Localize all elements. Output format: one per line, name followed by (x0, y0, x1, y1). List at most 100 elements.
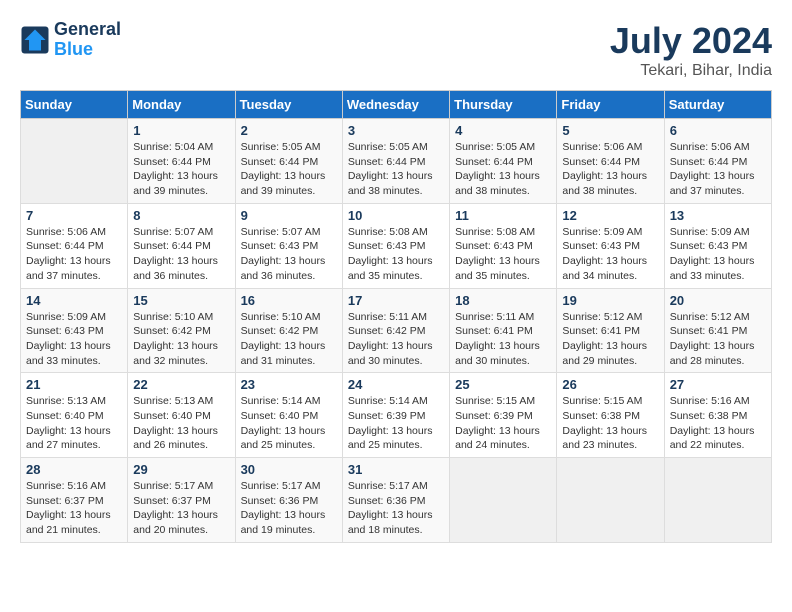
day-number: 8 (133, 208, 229, 223)
calendar-cell: 16Sunrise: 5:10 AMSunset: 6:42 PMDayligh… (235, 288, 342, 373)
calendar-cell: 28 Sunrise: 5:16 AMSunset: 6:37 PMDayligh… (21, 458, 128, 543)
day-info: Sunrise: 5:06 AMSunset: 6:44 PMDaylight:… (26, 225, 122, 284)
month-year: July 2024 (610, 20, 772, 62)
calendar-cell: 26Sunrise: 5:15 AMSunset: 6:38 PMDayligh… (557, 373, 664, 458)
calendar-cell: 15Sunrise: 5:10 AMSunset: 6:42 PMDayligh… (128, 288, 235, 373)
day-number: 17 (348, 293, 444, 308)
calendar-cell: 20 Sunrise: 5:12 AMSunset: 6:41 PMDayligh… (664, 288, 771, 373)
day-number: 14 (26, 293, 122, 308)
calendar-cell: 3 Sunrise: 5:05 AMSunset: 6:44 PMDaylight… (342, 119, 449, 204)
weekday-header: Sunday (21, 91, 128, 119)
logo-icon (20, 25, 50, 55)
weekday-header: Monday (128, 91, 235, 119)
calendar-cell (664, 458, 771, 543)
calendar-cell: 8 Sunrise: 5:07 AMSunset: 6:44 PMDaylight… (128, 203, 235, 288)
calendar-cell: 11 Sunrise: 5:08 AMSunset: 6:43 PMDayligh… (450, 203, 557, 288)
weekday-header: Tuesday (235, 91, 342, 119)
calendar-cell: 14 Sunrise: 5:09 AMSunset: 6:43 PMDayligh… (21, 288, 128, 373)
day-info: Sunrise: 5:16 AMSunset: 6:37 PMDaylight:… (26, 479, 122, 538)
calendar-cell: 13Sunrise: 5:09 AMSunset: 6:43 PMDayligh… (664, 203, 771, 288)
calendar-cell: 18 Sunrise: 5:11 AMSunset: 6:41 PMDayligh… (450, 288, 557, 373)
day-number: 31 (348, 462, 444, 477)
day-info: Sunrise: 5:05 AMSunset: 6:44 PMDaylight:… (348, 140, 444, 199)
calendar-week-row: 28 Sunrise: 5:16 AMSunset: 6:37 PMDayligh… (21, 458, 772, 543)
calendar-week-row: 1 Sunrise: 5:04 AMSunset: 6:44 PMDaylight… (21, 119, 772, 204)
calendar-cell: 25 Sunrise: 5:15 AMSunset: 6:39 PMDayligh… (450, 373, 557, 458)
calendar-cell: 1 Sunrise: 5:04 AMSunset: 6:44 PMDaylight… (128, 119, 235, 204)
day-info: Sunrise: 5:04 AMSunset: 6:44 PMDaylight:… (133, 140, 229, 199)
weekday-header: Saturday (664, 91, 771, 119)
calendar-cell: 29 Sunrise: 5:17 AMSunset: 6:37 PMDayligh… (128, 458, 235, 543)
day-number: 25 (455, 377, 551, 392)
calendar-cell: 24 Sunrise: 5:14 AMSunset: 6:39 PMDayligh… (342, 373, 449, 458)
day-number: 29 (133, 462, 229, 477)
day-info: Sunrise: 5:17 AMSunset: 6:37 PMDaylight:… (133, 479, 229, 538)
weekday-row: SundayMondayTuesdayWednesdayThursdayFrid… (21, 91, 772, 119)
day-number: 10 (348, 208, 444, 223)
calendar-body: 1 Sunrise: 5:04 AMSunset: 6:44 PMDaylight… (21, 119, 772, 543)
day-number: 15 (133, 293, 229, 308)
day-info: Sunrise: 5:11 AMSunset: 6:41 PMDaylight:… (455, 310, 551, 369)
day-number: 13 (670, 208, 766, 223)
day-info: Sunrise: 5:15 AMSunset: 6:39 PMDaylight:… (455, 394, 551, 453)
day-info: Sunrise: 5:08 AMSunset: 6:43 PMDaylight:… (455, 225, 551, 284)
logo-text: General Blue (54, 20, 121, 60)
day-info: Sunrise: 5:11 AMSunset: 6:42 PMDaylight:… (348, 310, 444, 369)
calendar-week-row: 7 Sunrise: 5:06 AMSunset: 6:44 PMDaylight… (21, 203, 772, 288)
calendar-cell: 22 Sunrise: 5:13 AMSunset: 6:40 PMDayligh… (128, 373, 235, 458)
day-info: Sunrise: 5:09 AMSunset: 6:43 PMDaylight:… (26, 310, 122, 369)
location: Tekari, Bihar, India (610, 62, 772, 80)
day-number: 28 (26, 462, 122, 477)
page-header: General Blue July 2024 Tekari, Bihar, In… (20, 20, 772, 80)
day-info: Sunrise: 5:09 AMSunset: 6:43 PMDaylight:… (562, 225, 658, 284)
day-number: 11 (455, 208, 551, 223)
day-info: Sunrise: 5:06 AMSunset: 6:44 PMDaylight:… (670, 140, 766, 199)
day-info: Sunrise: 5:14 AMSunset: 6:40 PMDaylight:… (241, 394, 337, 453)
day-info: Sunrise: 5:07 AMSunset: 6:44 PMDaylight:… (133, 225, 229, 284)
day-number: 24 (348, 377, 444, 392)
day-info: Sunrise: 5:07 AMSunset: 6:43 PMDaylight:… (241, 225, 337, 284)
day-info: Sunrise: 5:08 AMSunset: 6:43 PMDaylight:… (348, 225, 444, 284)
calendar-header: SundayMondayTuesdayWednesdayThursdayFrid… (21, 91, 772, 119)
calendar-cell: 6Sunrise: 5:06 AMSunset: 6:44 PMDaylight… (664, 119, 771, 204)
logo-general: General (54, 20, 121, 40)
day-number: 20 (670, 293, 766, 308)
calendar-cell: 4Sunrise: 5:05 AMSunset: 6:44 PMDaylight… (450, 119, 557, 204)
day-info: Sunrise: 5:13 AMSunset: 6:40 PMDaylight:… (26, 394, 122, 453)
day-info: Sunrise: 5:17 AMSunset: 6:36 PMDaylight:… (241, 479, 337, 538)
day-number: 3 (348, 123, 444, 138)
day-number: 22 (133, 377, 229, 392)
day-number: 30 (241, 462, 337, 477)
day-number: 12 (562, 208, 658, 223)
logo: General Blue (20, 20, 121, 60)
day-info: Sunrise: 5:14 AMSunset: 6:39 PMDaylight:… (348, 394, 444, 453)
weekday-header: Thursday (450, 91, 557, 119)
calendar-cell: 31 Sunrise: 5:17 AMSunset: 6:36 PMDayligh… (342, 458, 449, 543)
title-section: July 2024 Tekari, Bihar, India (610, 20, 772, 80)
day-number: 9 (241, 208, 337, 223)
day-number: 5 (562, 123, 658, 138)
calendar-cell: 5 Sunrise: 5:06 AMSunset: 6:44 PMDaylight… (557, 119, 664, 204)
calendar-cell: 10 Sunrise: 5:08 AMSunset: 6:43 PMDayligh… (342, 203, 449, 288)
day-info: Sunrise: 5:10 AMSunset: 6:42 PMDaylight:… (241, 310, 337, 369)
calendar-week-row: 14 Sunrise: 5:09 AMSunset: 6:43 PMDayligh… (21, 288, 772, 373)
day-info: Sunrise: 5:05 AMSunset: 6:44 PMDaylight:… (241, 140, 337, 199)
day-info: Sunrise: 5:12 AMSunset: 6:41 PMDaylight:… (670, 310, 766, 369)
calendar-cell: 27Sunrise: 5:16 AMSunset: 6:38 PMDayligh… (664, 373, 771, 458)
day-number: 7 (26, 208, 122, 223)
calendar-cell: 2 Sunrise: 5:05 AMSunset: 6:44 PMDaylight… (235, 119, 342, 204)
day-number: 21 (26, 377, 122, 392)
day-number: 18 (455, 293, 551, 308)
day-info: Sunrise: 5:06 AMSunset: 6:44 PMDaylight:… (562, 140, 658, 199)
day-number: 2 (241, 123, 337, 138)
calendar-cell: 9 Sunrise: 5:07 AMSunset: 6:43 PMDaylight… (235, 203, 342, 288)
day-number: 4 (455, 123, 551, 138)
day-number: 23 (241, 377, 337, 392)
day-info: Sunrise: 5:13 AMSunset: 6:40 PMDaylight:… (133, 394, 229, 453)
day-number: 1 (133, 123, 229, 138)
calendar-cell: 7 Sunrise: 5:06 AMSunset: 6:44 PMDaylight… (21, 203, 128, 288)
calendar-cell (557, 458, 664, 543)
calendar-cell: 19Sunrise: 5:12 AMSunset: 6:41 PMDayligh… (557, 288, 664, 373)
day-info: Sunrise: 5:17 AMSunset: 6:36 PMDaylight:… (348, 479, 444, 538)
day-info: Sunrise: 5:16 AMSunset: 6:38 PMDaylight:… (670, 394, 766, 453)
